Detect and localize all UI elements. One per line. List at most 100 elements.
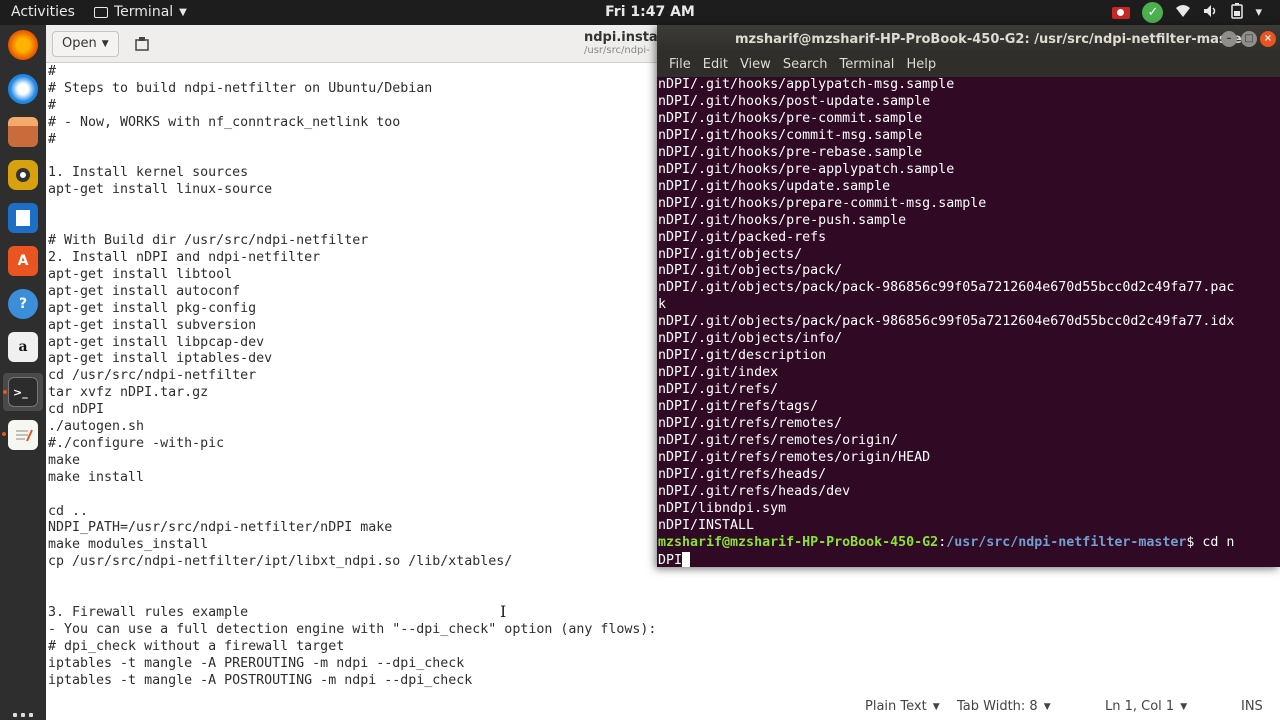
editor-line: NDPI_PATH=/usr/src/ndpi-netfilter/nDPI m… xyxy=(48,520,393,536)
open-button[interactable]: Open ▼ xyxy=(52,31,119,57)
terminal-output-line: nDPI/.git/hooks/prepare-commit-msg.sampl… xyxy=(658,195,987,211)
editor-line: # xyxy=(48,64,57,79)
terminal-output-line: nDPI/.git/refs/heads/ xyxy=(658,466,827,482)
terminal-output-line: nDPI/libndpi.sym xyxy=(658,500,787,516)
terminal-output-line: nDPI/.git/hooks/pre-applypatch.sample xyxy=(658,161,955,177)
document-path: /usr/src/ndpi- xyxy=(584,45,650,56)
terminal-output-line: nDPI/.git/hooks/pre-commit.sample xyxy=(658,110,923,126)
thunderbird-icon[interactable] xyxy=(8,74,38,104)
editor-line: 3. Firewall rules example xyxy=(48,605,249,620)
text-editor-icon[interactable] xyxy=(2,420,38,450)
typed-command: cd n xyxy=(1202,534,1235,550)
menu-file[interactable]: File xyxy=(663,53,697,77)
editor-line: cp /usr/src/ndpi-netfilter/ipt/libxt_ndp… xyxy=(48,554,513,570)
editor-line: # xyxy=(48,131,57,147)
terminal-output-line: nDPI/.git/objects/info/ xyxy=(658,331,843,347)
terminal-wrap-line: DPI xyxy=(658,551,1273,567)
editor-line: iptables -t mangle -A POSTROUTING -m ndp… xyxy=(48,672,473,688)
chevron-down-icon: ▼ xyxy=(101,39,109,49)
prompt-dollar: $ xyxy=(1186,534,1203,550)
chevron-down-icon: ▼ xyxy=(1180,701,1188,712)
firefox-icon[interactable] xyxy=(8,30,38,60)
terminal-output-line: nDPI/.git/hooks/applypatch-msg.sample xyxy=(658,77,955,92)
amazon-icon[interactable]: a xyxy=(8,332,38,362)
cursor-position-label: Ln 1, Col 1 xyxy=(1105,699,1175,714)
terminal-output-line: nDPI/.git/description xyxy=(658,348,827,364)
rhythmbox-icon[interactable] xyxy=(8,160,38,190)
editor-line: # - Now, WORKS with nf_conntrack_netlink… xyxy=(48,114,401,130)
terminal-title: mzsharif@mzsharif-HP-ProBook-450-G2: /us… xyxy=(735,32,1249,47)
show-applications-icon[interactable] xyxy=(13,713,33,720)
terminal-output-line: nDPI/.git/hooks/commit-msg.sample xyxy=(658,127,923,143)
chevron-down-icon: ▼ xyxy=(932,701,940,712)
editor-line: apt-get install linux-source xyxy=(48,182,273,198)
terminal-window[interactable]: mzsharif@mzsharif-HP-ProBook-450-G2: /us… xyxy=(657,25,1280,567)
terminal-titlebar[interactable]: mzsharif@mzsharif-HP-ProBook-450-G2: /us… xyxy=(657,25,1280,53)
terminal-output[interactable]: nDPI/.git/hooks/applypatch-msg.sample nDP… xyxy=(658,77,1273,567)
terminal-cursor xyxy=(682,551,691,567)
editor-line: apt-get install subversion xyxy=(48,317,257,333)
terminal-menubar: File Edit View Search Terminal Help xyxy=(657,53,1280,77)
tab-width-selector[interactable]: Tab Width: 8 ▼ xyxy=(957,699,1051,714)
terminal-output-line: nDPI/.git/refs/remotes/origin/HEAD xyxy=(658,449,931,465)
menu-help[interactable]: Help xyxy=(900,53,942,77)
menu-terminal[interactable]: Terminal xyxy=(833,53,900,77)
editor-line: apt-get install autoconf xyxy=(48,283,241,299)
wifi-icon[interactable] xyxy=(1175,4,1191,22)
update-check-icon[interactable]: ✓ xyxy=(1142,2,1164,23)
terminal-output-line: nDPI/.git/objects/pack/pack-986856c99f05… xyxy=(658,314,1235,330)
software-icon[interactable]: A xyxy=(8,246,38,276)
terminal-output-line: k xyxy=(658,297,667,313)
terminal-output-line: nDPI/INSTALL xyxy=(658,517,755,533)
editor-line: 2. Install nDPI and ndpi-netfilter xyxy=(48,249,321,265)
prompt-path: /usr/src/ndpi-netfilter-master xyxy=(946,534,1187,550)
maximize-icon[interactable]: □ xyxy=(1241,31,1257,47)
terminal-icon[interactable]: >_ xyxy=(3,377,38,407)
editor-line: ./autogen.sh xyxy=(48,419,145,435)
editor-line: # dpi_check without a firewall target xyxy=(48,638,345,654)
terminal-output-line: nDPI/.git/refs/ xyxy=(658,382,779,398)
editor-line: cd .. xyxy=(48,503,89,519)
menu-search[interactable]: Search xyxy=(777,53,834,77)
editor-line: iptables -t mangle -A PREROUTING -m ndpi… xyxy=(48,655,465,671)
typed-command-wrap: DPI xyxy=(658,552,683,567)
editor-line: tar xvfz nDPI.tar.gz xyxy=(48,385,209,401)
terminal-output-line: nDPI/.git/objects/pack/ xyxy=(658,263,843,279)
editor-line: apt-get install pkg-config xyxy=(48,300,257,316)
tab-width-label: Tab Width: 8 xyxy=(957,699,1038,714)
editor-text-area[interactable]: # # Steps to build ndpi-netfilter on Ubun… xyxy=(48,64,748,690)
menu-view[interactable]: View xyxy=(734,53,777,77)
terminal-output-line: nDPI/.git/refs/heads/dev xyxy=(658,483,851,499)
editor-line: cd /usr/src/ndpi-netfilter xyxy=(48,368,257,384)
terminal-output-line: nDPI/.git/hooks/pre-rebase.sample xyxy=(658,144,923,160)
writer-icon[interactable] xyxy=(8,203,38,233)
top-bar: Activities Terminal ▼ Fri 1:47 AM ✓ ▾ xyxy=(0,0,1280,25)
editor-line: apt-get install libtool xyxy=(48,266,233,282)
document-title: ndpi.install xyxy=(584,30,667,45)
close-icon[interactable]: × xyxy=(1260,31,1276,47)
volume-icon[interactable] xyxy=(1203,4,1219,22)
cursor-position-selector[interactable]: Ln 1, Col 1 ▼ xyxy=(1105,699,1187,714)
minimize-icon[interactable]: – xyxy=(1221,31,1237,47)
terminal-output-line: nDPI/.git/hooks/post-update.sample xyxy=(658,93,931,109)
screen-recorder-icon[interactable] xyxy=(1112,6,1131,19)
language-selector[interactable]: Plain Text ▼ xyxy=(865,699,940,714)
clock[interactable]: Fri 1:47 AM xyxy=(0,4,1280,20)
terminal-output-line: nDPI/.git/hooks/pre-push.sample xyxy=(658,212,907,228)
terminal-output-line: nDPI/.git/objects/pack/pack-986856c99f05… xyxy=(658,280,1235,296)
new-document-button[interactable] xyxy=(129,31,155,57)
chevron-down-icon[interactable]: ▾ xyxy=(1255,5,1262,20)
editor-line: make xyxy=(48,452,81,468)
battery-icon[interactable] xyxy=(1231,2,1244,23)
terminal-prompt-line[interactable]: mzsharif@mzsharif-HP-ProBook-450-G2:/usr… xyxy=(658,535,1273,552)
help-icon[interactable]: ? xyxy=(8,289,38,319)
files-icon[interactable] xyxy=(8,117,38,147)
menu-edit[interactable]: Edit xyxy=(697,53,734,77)
editor-statusbar: Plain Text ▼ Tab Width: 8 ▼ Ln 1, Col 1 … xyxy=(46,695,1280,720)
terminal-output-line: nDPI/.git/index xyxy=(658,365,779,381)
system-tray[interactable]: ✓ ▾ xyxy=(1112,0,1280,25)
